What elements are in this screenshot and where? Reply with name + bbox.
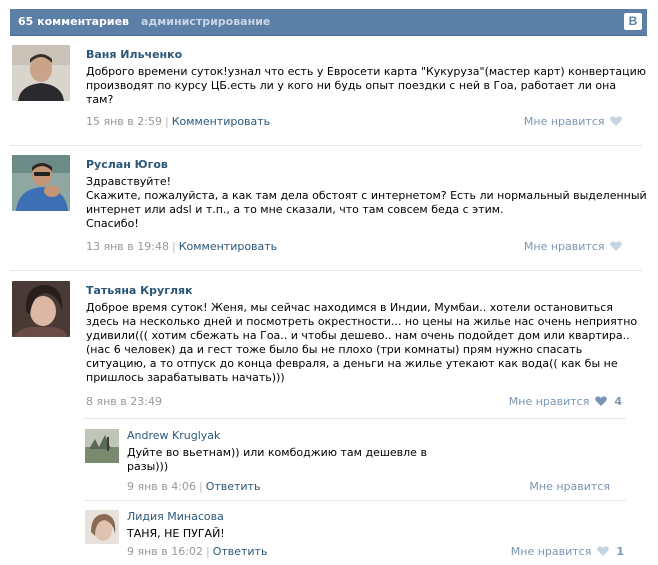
reply-answer-link[interactable]: Ответить xyxy=(206,480,261,493)
comment-author[interactable]: Руслан Югов xyxy=(86,158,168,171)
comment-meta: 13 янв в 19:48 | Комментировать xyxy=(86,240,278,253)
heart-icon xyxy=(597,546,609,556)
comment-date[interactable]: 15 янв в 2:59 xyxy=(86,115,162,128)
comments-header-bar: 65 комментариев администрирование B xyxy=(10,9,647,36)
divider xyxy=(10,270,642,271)
like-button[interactable]: Мне нравится xyxy=(524,240,622,253)
reply-date[interactable]: 9 янв в 4:06 xyxy=(127,480,196,493)
comment-item: Татьяна Кругляк Доброе время суток! Женя… xyxy=(10,280,642,415)
divider xyxy=(84,418,626,419)
comment-author[interactable]: Татьяна Кругляк xyxy=(86,284,193,297)
reply-meta: 9 янв в 16:02 | Ответить xyxy=(127,545,268,558)
reply-answer-link[interactable]: Ответить xyxy=(213,545,268,558)
like-button[interactable]: Мне нравится xyxy=(529,480,610,493)
comment-reply-link[interactable]: Комментировать xyxy=(179,240,277,253)
comment-meta: 8 янв в 23:49 xyxy=(86,395,162,408)
like-label: Мне нравится xyxy=(510,545,592,558)
like-label: Мне нравится xyxy=(523,115,605,128)
comment-item: Ваня Ильченко Доброго времени суток!узна… xyxy=(10,44,646,144)
vk-logo-icon[interactable]: B xyxy=(624,13,642,30)
avatar[interactable] xyxy=(12,45,70,101)
like-label: Мне нравится xyxy=(529,480,610,493)
divider xyxy=(84,500,626,501)
reply-text: ТАНЯ, НЕ ПУГАЙ! xyxy=(127,527,225,540)
comment-text: Доброго времени суток!узнал что есть у Е… xyxy=(86,65,647,106)
reply-item: Лидия Минасова ТАНЯ, НЕ ПУГАЙ! 9 янв в 1… xyxy=(10,507,642,562)
comment-date[interactable]: 8 янв в 23:49 xyxy=(86,395,162,408)
like-label: Мне нравится xyxy=(508,395,590,408)
avatar[interactable] xyxy=(12,155,70,211)
avatar[interactable] xyxy=(85,510,119,544)
comment-meta: 15 янв в 2:59 | Комментировать xyxy=(86,115,271,128)
heart-icon xyxy=(595,396,607,406)
heart-icon xyxy=(610,241,622,251)
avatar[interactable] xyxy=(12,281,70,337)
comment-date[interactable]: 13 янв в 19:48 xyxy=(86,240,169,253)
divider xyxy=(10,145,642,146)
comment-reply-link[interactable]: Комментировать xyxy=(172,115,270,128)
reply-author[interactable]: Andrew Kruglyak xyxy=(127,429,220,442)
reply-date[interactable]: 9 янв в 16:02 xyxy=(127,545,203,558)
like-label: Мне нравится xyxy=(523,240,605,253)
like-count: 1 xyxy=(616,545,624,558)
comment-item: Руслан Югов Здравствуйте! Скажите, пожал… xyxy=(10,154,647,264)
reply-item: Andrew Kruglyak Дуйте во вьетнам)) или к… xyxy=(10,426,642,496)
like-button[interactable]: Мне нравится 4 xyxy=(509,395,622,408)
comment-author[interactable]: Ваня Ильченко xyxy=(86,48,182,61)
comment-text: Доброе время суток! Женя, мы сейчас нахо… xyxy=(86,301,638,384)
heart-icon xyxy=(610,116,622,126)
admin-link[interactable]: администрирование xyxy=(141,15,270,28)
like-button[interactable]: Мне нравится xyxy=(524,115,622,128)
like-count: 4 xyxy=(614,395,622,408)
comments-count[interactable]: 65 комментариев xyxy=(18,15,129,28)
reply-meta: 9 янв в 4:06 | Ответить xyxy=(127,480,261,493)
like-button[interactable]: Мне нравится 1 xyxy=(511,545,624,558)
avatar[interactable] xyxy=(85,429,119,463)
comment-text: Здравствуйте! Скажите, пожалуйста, а как… xyxy=(86,175,647,230)
reply-text: Дуйте во вьетнам)) или комбоджию там деш… xyxy=(127,446,427,473)
reply-author[interactable]: Лидия Минасова xyxy=(127,510,224,523)
